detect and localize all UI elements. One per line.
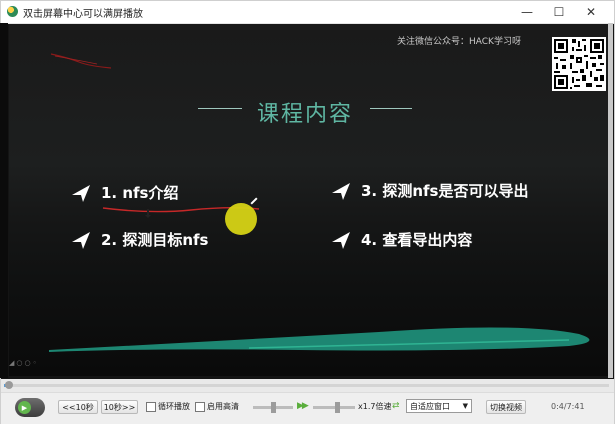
- agenda-item-2: 2. 探测目标nfs: [71, 229, 209, 250]
- follow-text: 关注微信公众号：HACK学习呀: [397, 37, 521, 47]
- time-readout: 0:4/7:41: [551, 402, 585, 411]
- arrow-icon: [332, 231, 350, 249]
- hd-checkbox[interactable]: [195, 402, 205, 412]
- app-icon: [7, 6, 18, 17]
- player-window: 双击屏幕中心可以满屏播放 — ☐ ✕ 关注微信公众号：HACK学习呀 课程内容 …: [0, 0, 615, 424]
- window-title: 双击屏幕中心可以满屏播放: [23, 9, 143, 20]
- cursor-highlight: [225, 203, 257, 235]
- arrow-icon: [332, 182, 350, 200]
- window-mode-icon: ⇄: [392, 401, 399, 411]
- progress-thumb[interactable]: [5, 381, 13, 389]
- speed-slider[interactable]: [313, 402, 355, 413]
- agenda-item-label: 1. nfs介绍: [101, 184, 179, 202]
- video-area[interactable]: 关注微信公众号：HACK学习呀 课程内容 1. nfs介绍 2. 探测目标nfs…: [1, 24, 614, 379]
- switch-video-button[interactable]: 切换视频: [486, 400, 526, 414]
- agenda-item-3: 3. 探测nfs是否可以导出: [331, 180, 529, 201]
- rewind-10s-button[interactable]: <<10秒: [58, 400, 98, 414]
- agenda-item-label: 4. 查看导出内容: [361, 231, 473, 249]
- video-right-edge: [608, 23, 613, 378]
- agenda-item-label: 3. 探测nfs是否可以导出: [361, 182, 529, 200]
- qr-code: [552, 37, 606, 91]
- volume-knob[interactable]: [271, 402, 276, 413]
- minimize-button[interactable]: —: [512, 1, 542, 23]
- chevron-down-icon: ▼: [462, 402, 468, 410]
- control-bar: ▶ <<10秒 10秒>> 循环播放 启用高清 ▶▶ x1.7倍速 ⇄ 自适应窗…: [1, 392, 614, 424]
- window-mode-select[interactable]: 自适应窗口 ▼: [406, 399, 472, 413]
- annotation-toolbar-icons: ◢○○◦: [9, 359, 39, 367]
- speed-knob[interactable]: [335, 402, 340, 413]
- slide: 关注微信公众号：HACK学习呀 课程内容 1. nfs介绍 2. 探测目标nfs…: [9, 24, 611, 376]
- title-line-left: [198, 108, 242, 109]
- forward-10s-button[interactable]: 10秒>>: [101, 400, 138, 414]
- title-bar[interactable]: 双击屏幕中心可以满屏播放 — ☐ ✕: [1, 1, 614, 24]
- play-icon: ▶: [18, 401, 31, 414]
- progress-track[interactable]: [4, 384, 609, 387]
- slide-title: 课程内容: [257, 102, 354, 127]
- video-left-edge: [0, 23, 8, 378]
- arrow-icon: [72, 231, 90, 249]
- title-line-right: [370, 108, 412, 109]
- agenda-item-1: 1. nfs介绍: [71, 182, 179, 203]
- hd-label: 启用高清: [207, 402, 239, 411]
- agenda-item-4: 4. 查看导出内容: [331, 229, 472, 250]
- window-mode-value: 自适应窗口: [410, 401, 450, 411]
- loop-checkbox[interactable]: [146, 402, 156, 412]
- speed-label: x1.7倍速: [358, 402, 392, 411]
- loop-label: 循环播放: [158, 402, 190, 411]
- progress-bar[interactable]: [1, 379, 614, 392]
- volume-slider[interactable]: [253, 402, 293, 413]
- arrow-icon: [72, 184, 90, 202]
- teal-wave-decoration: [49, 327, 590, 352]
- agenda-item-label: 2. 探测目标nfs: [101, 231, 209, 249]
- red-scribble-mark: [50, 53, 112, 69]
- close-button[interactable]: ✕: [576, 1, 606, 23]
- maximize-button[interactable]: ☐: [544, 1, 574, 23]
- play-toggle[interactable]: ▶: [15, 398, 45, 417]
- speed-down-icon[interactable]: ▶▶: [297, 401, 309, 411]
